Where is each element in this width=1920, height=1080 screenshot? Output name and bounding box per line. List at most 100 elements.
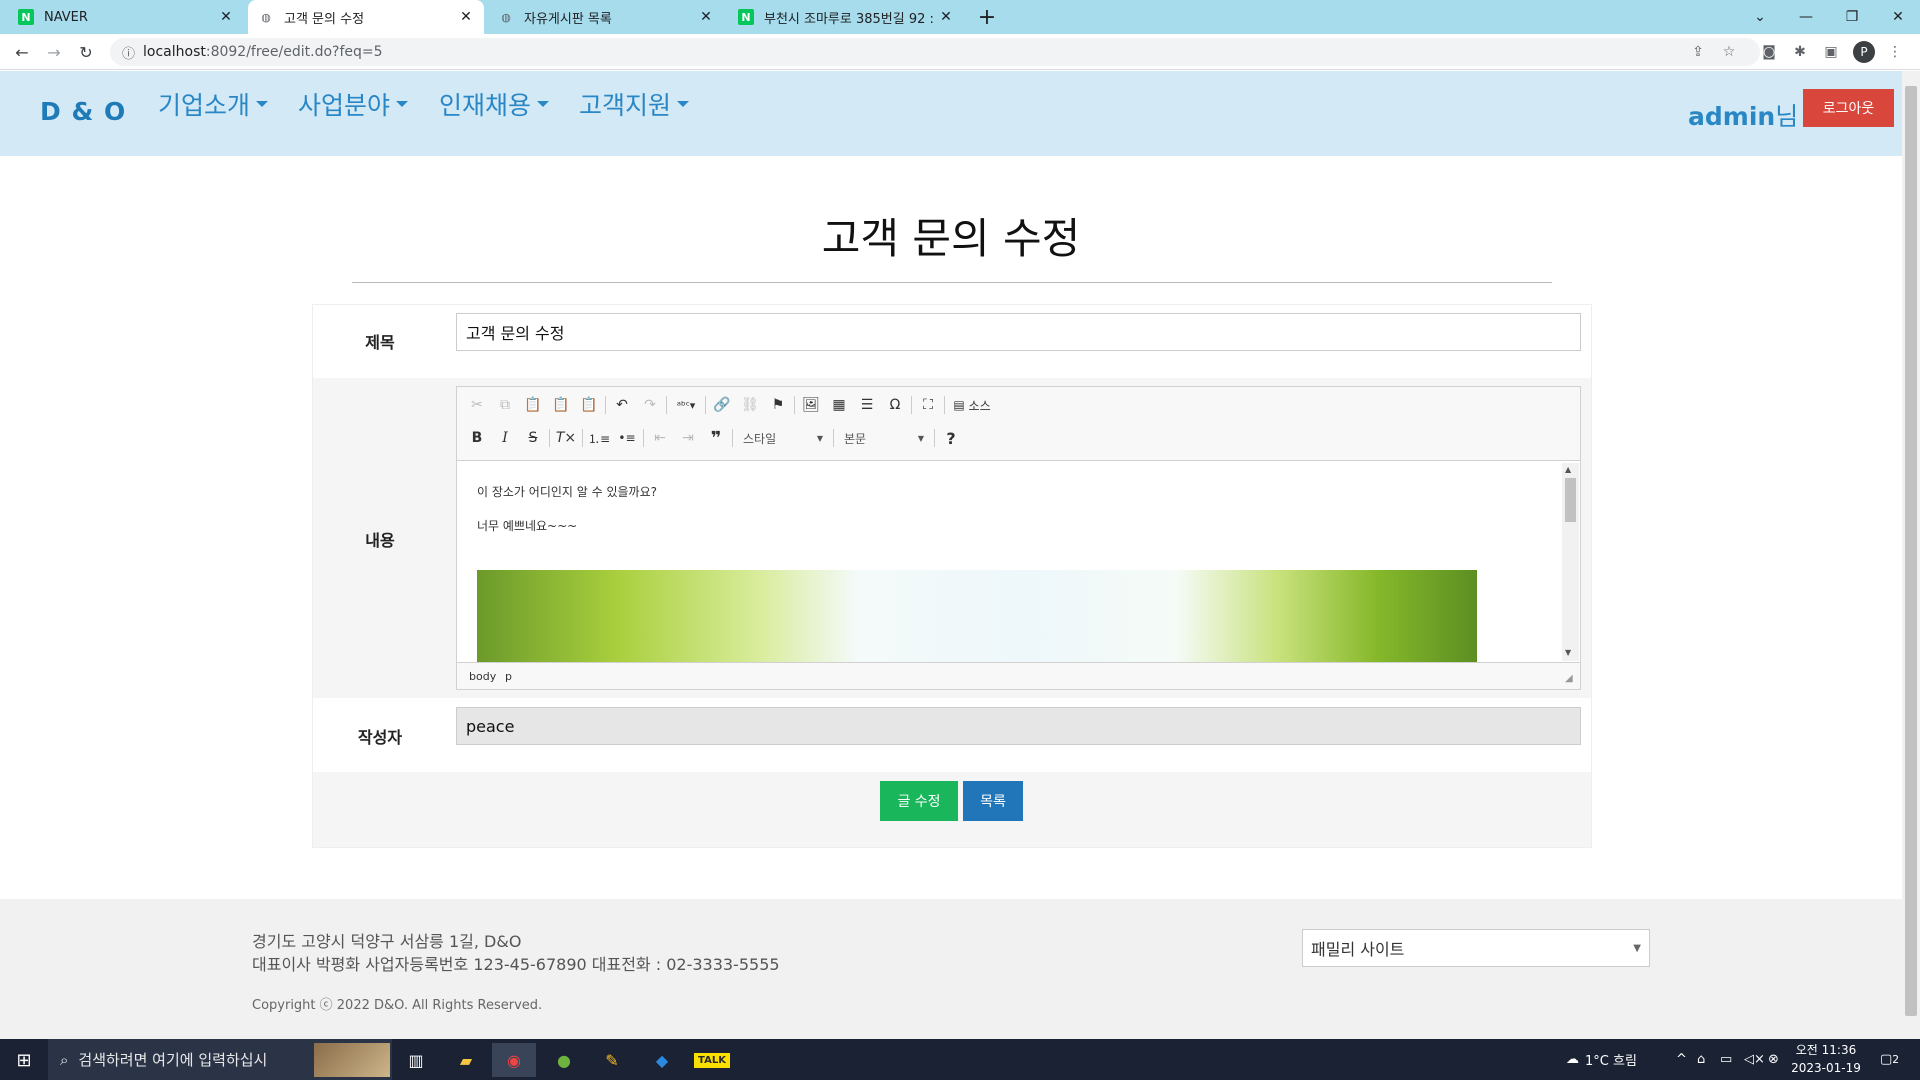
forward-icon[interactable]: →	[42, 40, 66, 64]
site-logo[interactable]: D & O	[40, 97, 126, 126]
page-scroll-thumb[interactable]	[1905, 86, 1917, 1016]
notification-icon[interactable]: ▢ 2	[1880, 1039, 1899, 1080]
new-tab-button[interactable]: +	[964, 0, 1010, 34]
paint-icon[interactable]: ✎	[590, 1043, 634, 1077]
copy-icon[interactable]: ⧉	[493, 394, 517, 416]
horizontal-rule-icon[interactable]: ☰	[855, 394, 879, 416]
list-button[interactable]: 목록	[963, 781, 1023, 821]
close-window-button[interactable]: ✕	[1875, 0, 1920, 34]
paste-icon[interactable]: 📋	[521, 394, 545, 416]
numbered-list-icon[interactable]: ⒈≡	[587, 427, 611, 449]
windows-start-icon[interactable]: ⊞	[2, 1043, 46, 1077]
strikethrough-icon[interactable]: S	[521, 427, 545, 449]
task-view-icon[interactable]: ▥	[394, 1043, 438, 1077]
spring-tool-icon[interactable]: ●	[542, 1043, 586, 1077]
divider	[352, 282, 1552, 283]
edit-submit-button[interactable]: 글 수정	[880, 781, 958, 821]
maximize-icon[interactable]: ⛶	[916, 394, 940, 416]
share-icon[interactable]: ⇪	[1686, 40, 1710, 64]
separator	[794, 396, 795, 414]
side-panel-icon[interactable]: ▣	[1819, 40, 1843, 64]
special-char-icon[interactable]: Ω	[883, 394, 907, 416]
chrome-icon[interactable]: ◉	[492, 1043, 536, 1077]
file-explorer-icon[interactable]: ▰	[444, 1043, 488, 1077]
editor-content-area[interactable]: 이 장소가 어디인지 알 수 있을까요? 너무 예쁘네요~~~	[457, 462, 1561, 662]
paste-text-icon[interactable]: 📋	[549, 394, 573, 416]
tab-board-list[interactable]: ◍ 자유게시판 목록 ✕	[488, 0, 724, 34]
back-icon[interactable]: ←	[10, 40, 34, 64]
weather-widget[interactable]: ☁ 1°C 흐림	[1566, 1039, 1637, 1080]
minimize-button[interactable]: —	[1783, 0, 1829, 34]
bookmark-star-icon[interactable]: ☆	[1717, 40, 1741, 64]
vscode-icon[interactable]: ◆	[640, 1043, 684, 1077]
address-bar[interactable]: ⓘ localhost:8092/free/edit.do?feq=5	[110, 38, 1760, 66]
bold-icon[interactable]: B	[465, 427, 489, 449]
menu-company[interactable]: 기업소개	[158, 86, 269, 122]
scroll-up-icon[interactable]: ▲	[1565, 465, 1571, 474]
writer-input[interactable]: peace	[456, 707, 1581, 745]
globe-icon: ◍	[261, 10, 271, 24]
link-icon[interactable]: 🔗	[710, 394, 734, 416]
content-line: 이 장소가 어디인지 알 수 있을까요?	[477, 485, 658, 499]
speaker-muted-icon[interactable]: ◁×	[1744, 1039, 1765, 1080]
indent-icon[interactable]: ⇥	[676, 427, 700, 449]
bullet-list-icon[interactable]: •≡	[615, 427, 639, 449]
style-combo[interactable]: 스타일 ▼	[737, 427, 829, 449]
logout-button[interactable]: 로그아웃	[1803, 89, 1894, 127]
family-site-select[interactable]: 패밀리 사이트 ▼	[1302, 929, 1650, 967]
editor-path-bar: body p ◢	[457, 662, 1580, 689]
outdent-icon[interactable]: ⇤	[648, 427, 672, 449]
help-icon[interactable]: ?	[939, 427, 963, 449]
clock[interactable]: 오전 11:36 2023-01-19	[1786, 1041, 1866, 1077]
menu-business[interactable]: 사업분야	[298, 86, 409, 122]
separator	[911, 396, 912, 414]
menu-icon[interactable]: ⋮	[1883, 40, 1907, 64]
title-input[interactable]: 고객 문의 수정	[456, 313, 1581, 351]
search-highlight-image	[314, 1043, 390, 1077]
reload-icon[interactable]: ↻	[74, 40, 98, 64]
path-p[interactable]: p	[505, 670, 512, 683]
toolbar-row-2: B I S T× ⒈≡ •≡ ⇤ ⇥ ❞ 스타일 ▼ 본문 ▼ ?	[465, 427, 963, 449]
extensions-icon[interactable]: ✱	[1788, 40, 1812, 64]
anchor-flag-icon[interactable]: ⚑	[766, 394, 790, 416]
close-icon[interactable]: ✕	[218, 9, 234, 25]
blockquote-icon[interactable]: ❞	[704, 427, 728, 449]
remove-format-icon[interactable]: T×	[554, 427, 578, 449]
chevron-down-icon: ▼	[1633, 942, 1641, 954]
editor-scroll-thumb[interactable]	[1565, 478, 1576, 522]
separator	[705, 396, 706, 414]
cut-icon[interactable]: ✂	[465, 394, 489, 416]
unlink-icon[interactable]: ⛓	[738, 394, 762, 416]
menu-recruit[interactable]: 인재채용	[439, 86, 550, 122]
undo-icon[interactable]: ↶	[610, 394, 634, 416]
scroll-down-icon[interactable]: ▼	[1565, 648, 1571, 657]
ime-icon[interactable]: ⊗	[1768, 1039, 1779, 1080]
tab-naver-map[interactable]: N 부천시 조마루로 385번길 92 : 네 ✕	[728, 0, 964, 34]
separator	[732, 429, 733, 447]
italic-icon[interactable]: I	[493, 427, 517, 449]
restore-button[interactable]: ❐	[1829, 0, 1875, 34]
redo-icon[interactable]: ↷	[638, 394, 662, 416]
tab-search-icon[interactable]: ⌄	[1737, 0, 1783, 34]
tab-naver[interactable]: N NAVER ✕	[8, 0, 244, 34]
display-icon[interactable]: ▭	[1720, 1039, 1732, 1080]
close-icon[interactable]: ✕	[698, 9, 714, 25]
resize-handle-icon[interactable]: ◢	[1565, 673, 1573, 684]
spellcheck-icon[interactable]: ᵃᵇᶜ▾	[671, 394, 701, 416]
menu-support[interactable]: 고객지원	[579, 86, 690, 122]
network-icon[interactable]: ⌂	[1697, 1039, 1705, 1080]
camera-icon[interactable]: ◙	[1757, 40, 1781, 64]
paste-word-icon[interactable]: 📋	[577, 394, 601, 416]
tab-edit-inquiry[interactable]: ◍ 고객 문의 수정 ✕	[248, 0, 484, 34]
table-icon[interactable]: ▦	[827, 394, 851, 416]
tray-chevron-icon[interactable]: ^	[1676, 1039, 1687, 1080]
path-body[interactable]: body	[469, 670, 496, 683]
source-button[interactable]: ▤ 소스	[949, 394, 995, 416]
close-icon[interactable]: ✕	[938, 9, 954, 25]
close-icon[interactable]: ✕	[458, 9, 474, 25]
image-icon[interactable]: 🖼	[799, 394, 823, 416]
footer-address: 경기도 고양시 덕양구 서삼릉 1길, D&O	[252, 932, 522, 951]
profile-avatar[interactable]: P	[1853, 41, 1875, 63]
format-combo[interactable]: 본문 ▼	[838, 427, 930, 449]
kakaotalk-icon[interactable]: TALK	[690, 1043, 734, 1077]
